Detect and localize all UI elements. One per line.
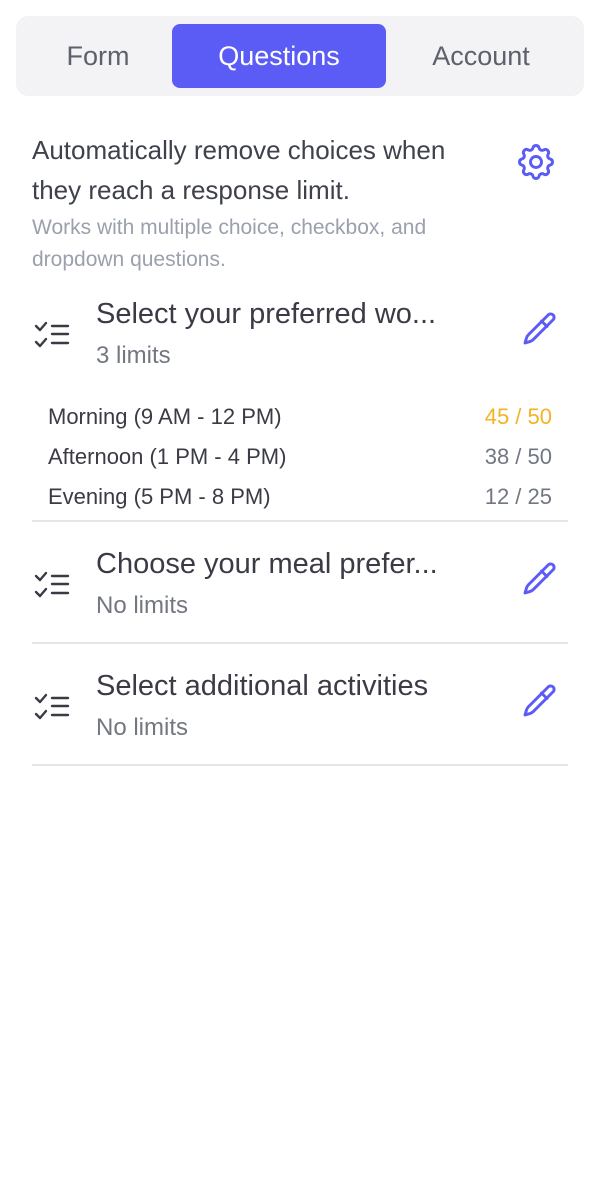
checklist-icon	[32, 686, 72, 726]
divider	[32, 520, 568, 522]
question-limit-summary: No limits	[96, 592, 189, 619]
divider	[32, 764, 568, 766]
choice-count: 45 / 50	[484, 404, 552, 429]
tab-bar: Form Questions Account	[16, 16, 584, 96]
info-section: Automatically remove choices when they r…	[32, 130, 492, 276]
pencil-icon[interactable]	[514, 682, 558, 726]
choice-label: Evening (5 PM - 8 PM)	[48, 484, 271, 509]
gear-icon[interactable]	[514, 140, 558, 184]
checklist-icon	[32, 314, 72, 354]
choice-count: 12 / 25	[484, 484, 552, 509]
divider	[32, 642, 568, 644]
pencil-icon[interactable]	[514, 310, 558, 354]
choice-count: 38 / 50	[484, 444, 552, 469]
checklist-icon	[32, 564, 72, 604]
tab-questions[interactable]: Questions	[172, 24, 386, 88]
tab-account[interactable]: Account	[386, 24, 576, 88]
limit-row: Morning (9 AM - 12 PM) 45 / 50	[48, 402, 552, 432]
question-item: Select your preferred wo... 3 limits	[32, 290, 568, 380]
question-limit-summary: 3 limits	[96, 342, 171, 369]
question-title: Choose your meal prefer...	[96, 548, 438, 580]
question-title: Select your preferred wo...	[96, 298, 437, 330]
question-limit-summary: No limits	[96, 714, 189, 741]
limit-row: Evening (5 PM - 8 PM) 12 / 25	[48, 482, 552, 512]
choice-label: Afternoon (1 PM - 4 PM)	[48, 444, 287, 469]
info-note: Works with multiple choice, checkbox, an…	[32, 216, 427, 271]
question-item: Select additional activities No limits	[32, 662, 568, 752]
limit-row: Afternoon (1 PM - 4 PM) 38 / 50	[48, 442, 552, 472]
choice-label: Morning (9 AM - 12 PM)	[48, 404, 282, 429]
pencil-icon[interactable]	[514, 560, 558, 604]
tab-form[interactable]: Form	[24, 24, 172, 88]
info-description: Automatically remove choices when they r…	[32, 135, 446, 205]
question-title: Select additional activities	[96, 670, 429, 702]
question-item: Choose your meal prefer... No limits	[32, 540, 568, 630]
